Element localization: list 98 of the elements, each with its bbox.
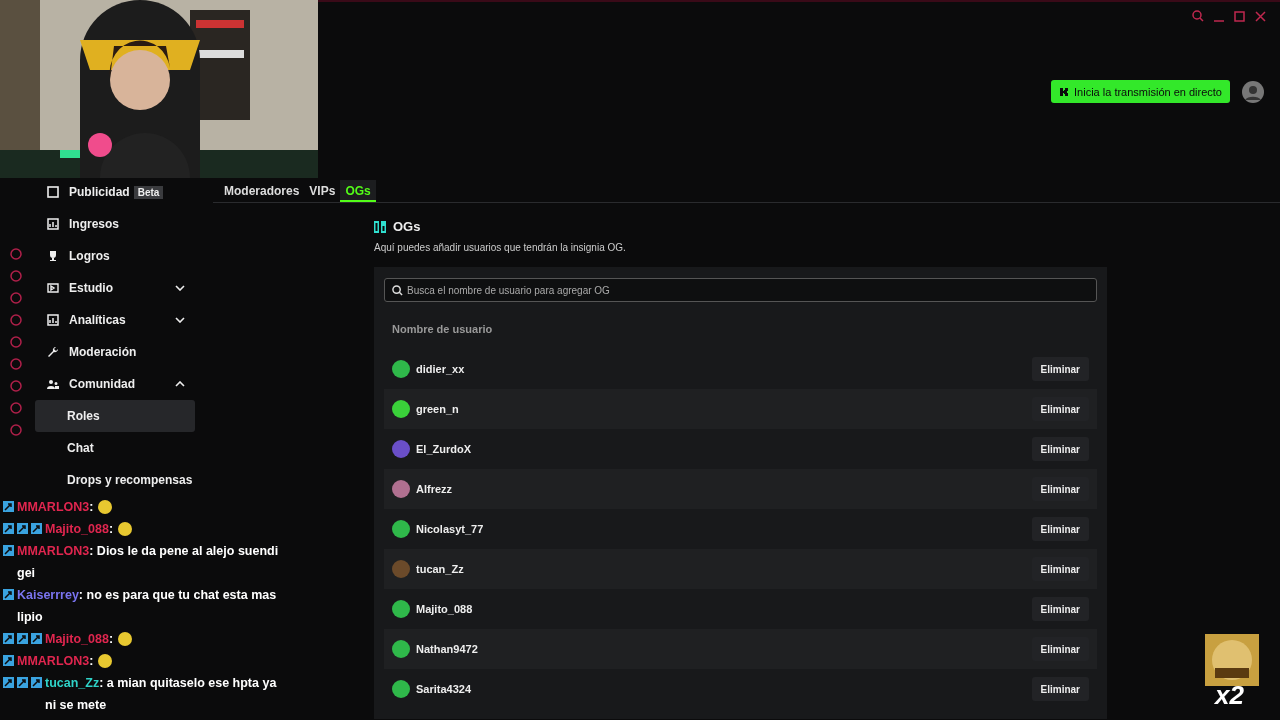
sidebar-icon[interactable] <box>10 424 22 436</box>
username: Nathan9472 <box>416 643 478 655</box>
chat-message: MMARLON3: Dios le da pene al alejo suendi gei <box>17 543 280 582</box>
chevron-down-icon[interactable] <box>175 317 185 323</box>
column-header: Nombre de usuario <box>391 322 494 337</box>
nav-icon <box>47 218 59 230</box>
chat-badge-icon <box>3 655 14 666</box>
chat-message: MMARLON3: <box>17 653 94 670</box>
username: Alfrezz <box>416 483 453 495</box>
logo-icon <box>1059 86 1070 97</box>
remove-button[interactable]: Eliminar <box>1031 477 1089 501</box>
tab[interactable]: Moderadores <box>219 180 305 202</box>
nav-icon <box>47 378 59 390</box>
nav-item[interactable]: Roles <box>35 400 195 432</box>
emote-icon <box>97 653 114 669</box>
chevron-down-icon[interactable] <box>175 285 185 291</box>
sidebar-icon[interactable] <box>10 270 22 282</box>
sidebar-icon[interactable] <box>10 292 22 304</box>
chat-badge-icon <box>3 633 14 644</box>
nav-icon <box>47 282 59 294</box>
username: didier_xx <box>416 363 465 375</box>
chat-badge-icon <box>31 523 42 534</box>
sidebar-icon[interactable] <box>10 380 22 392</box>
chat-badge-icon <box>3 523 14 534</box>
chat-badge-icon <box>17 523 28 534</box>
emote-icon <box>117 521 134 537</box>
emote-icon <box>97 499 114 515</box>
chat-message: tucan_Zz: a mian quitaselo ese hpta ya ni se mete <box>45 675 278 714</box>
username: tucan_Zz <box>416 563 464 575</box>
chat-badge-icon <box>3 501 14 512</box>
nav-item[interactable]: Comunidad <box>35 368 195 400</box>
username: Nicolasyt_77 <box>416 523 484 535</box>
section-title: OGs <box>393 219 421 234</box>
nav-label: Moderación <box>69 345 137 359</box>
search-icon <box>392 285 403 296</box>
chat-badge-icon <box>3 677 14 688</box>
nav-label: Ingresos <box>69 217 119 231</box>
close-icon[interactable] <box>1255 10 1266 22</box>
chat-message: Majito_088: <box>45 521 114 538</box>
chevron-up-icon[interactable] <box>175 381 185 387</box>
nav-label: Publicidad <box>69 185 130 199</box>
chat-badge-icon <box>3 545 14 556</box>
nav-icon <box>47 314 59 326</box>
nav-label: Chat <box>67 441 94 455</box>
nav-item[interactable]: Ingresos <box>35 208 195 240</box>
remove-button[interactable]: Eliminar <box>1031 677 1089 701</box>
sidebar-icon[interactable] <box>10 358 22 370</box>
nav-item[interactable]: Publicidad Beta <box>35 176 195 208</box>
nav-item[interactable]: Drops y recompensas <box>35 464 195 496</box>
remove-button[interactable]: Eliminar <box>1031 437 1089 461</box>
chat-badge-icon <box>17 633 28 644</box>
tab[interactable]: OGs <box>340 180 376 202</box>
tab[interactable]: VIPs <box>304 180 341 202</box>
nav-icon <box>47 346 59 358</box>
username: Sarita4324 <box>416 683 472 695</box>
nav-label: Drops y recompensas <box>67 473 193 487</box>
nav-label: Logros <box>69 249 110 263</box>
chat-message: MMARLON3: <box>17 499 94 516</box>
maximize-icon[interactable] <box>1234 10 1245 22</box>
chat-badge-icon <box>31 633 42 644</box>
nav-icon <box>47 186 59 198</box>
avatar-icon[interactable] <box>1242 80 1264 103</box>
chat-badge-icon <box>31 677 42 688</box>
chat-message: Majito_088: <box>45 631 114 648</box>
username: El_ZurdoX <box>416 443 471 455</box>
chat-badge-icon <box>3 589 14 600</box>
remove-button[interactable]: Eliminar <box>1031 517 1089 541</box>
nav-item[interactable]: Moderación <box>35 336 195 368</box>
go-live-button[interactable]: Inicia la transmisión en directo <box>1051 80 1230 103</box>
sidebar-icon[interactable] <box>10 314 22 326</box>
section-description: Aquí puedes añadir usuarios que tendrán la insignia OG. <box>374 242 627 253</box>
sidebar-icon[interactable] <box>10 248 22 260</box>
nav-item[interactable]: Chat <box>35 432 195 464</box>
nav-icon <box>47 250 59 262</box>
sidebar-icon[interactable] <box>10 402 22 414</box>
beta-badge: Beta <box>133 185 164 199</box>
multiplier-label: x2 <box>1215 680 1244 711</box>
og-badge-icon <box>374 220 386 233</box>
nav-label: Estudio <box>69 281 113 295</box>
nav-item[interactable]: Logros <box>35 240 195 272</box>
remove-button[interactable]: Eliminar <box>1031 557 1089 581</box>
chat-message: Kaiserrrey: no es para que tu chat esta mas lipio <box>17 587 278 626</box>
username: green_n <box>416 403 459 415</box>
remove-button[interactable]: Eliminar <box>1031 357 1089 381</box>
remove-button[interactable]: Eliminar <box>1031 597 1089 621</box>
search-icon[interactable] <box>1192 10 1204 22</box>
emote-icon <box>117 631 134 647</box>
nav-label: Roles <box>67 409 100 423</box>
nav-item[interactable]: Analíticas <box>35 304 195 336</box>
nav-label: Comunidad <box>69 377 135 391</box>
username: Majito_088 <box>416 603 473 615</box>
chat-badge-icon <box>17 677 28 688</box>
nav-label: Analíticas <box>69 313 126 327</box>
remove-button[interactable]: Eliminar <box>1031 397 1089 421</box>
remove-button[interactable]: Eliminar <box>1031 637 1089 661</box>
nav-item[interactable]: Estudio <box>35 272 195 304</box>
search-field[interactable]: Busca el nombre de usuario para agregar OG <box>384 278 1097 302</box>
sidebar-icon[interactable] <box>10 336 22 348</box>
